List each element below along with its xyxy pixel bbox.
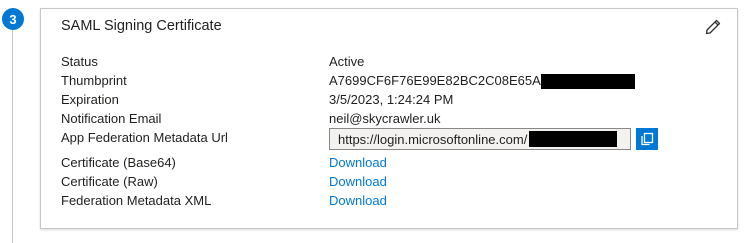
expiration-label: Expiration [61,92,119,107]
status-label: Status [61,54,98,69]
metadata-url-value: https://login.microsoftonline.com/ [338,131,528,147]
pencil-icon [705,19,721,35]
step-number-badge: 3 [2,8,24,30]
federation-xml-row: Federation Metadata XML Download [61,191,737,210]
saml-signing-certificate-card: SAML Signing Certificate Status Active T… [40,8,738,229]
expiration-value: 3/5/2023, 1:24:24 PM [329,92,454,107]
cert-raw-download-link[interactable]: Download [329,172,387,191]
redaction-block [529,131,618,147]
cert-base64-label: Certificate (Base64) [61,155,176,170]
status-row: Status Active [61,52,737,71]
notification-email-value: neil@skycrawler.uk [329,111,441,126]
step-rail [12,30,13,243]
cert-raw-label: Certificate (Raw) [61,174,158,189]
federation-xml-label: Federation Metadata XML [61,193,212,208]
redaction-block [540,74,635,90]
status-value: Active [329,54,365,69]
thumbprint-label: Thumbprint [61,73,127,88]
copy-to-clipboard-button[interactable] [636,128,658,150]
notification-email-label: Notification Email [61,111,162,126]
thumbprint-row: Thumbprint A7699CF6F76E99E82BC2C08E65A [61,71,737,90]
cert-base64-download-link[interactable]: Download [329,153,387,172]
metadata-url-field[interactable]: https://login.microsoftonline.com/ [329,128,631,150]
cert-base64-row: Certificate (Base64) Download [61,153,737,172]
metadata-url-label: App Federation Metadata Url [61,130,228,145]
card-title: SAML Signing Certificate [61,18,222,34]
notification-email-row: Notification Email neil@skycrawler.uk [61,109,737,128]
federation-xml-download-link[interactable]: Download [329,191,387,210]
expiration-row: Expiration 3/5/2023, 1:24:24 PM [61,90,737,109]
cert-raw-row: Certificate (Raw) Download [61,172,737,191]
metadata-url-row: App Federation Metadata Url https://logi… [61,128,737,153]
copy-icon [641,132,654,146]
edit-button[interactable] [703,17,723,37]
thumbprint-value: A7699CF6F76E99E82BC2C08E65A [329,73,541,88]
thumbprint-value-wrap: A7699CF6F76E99E82BC2C08E65A [329,71,635,90]
